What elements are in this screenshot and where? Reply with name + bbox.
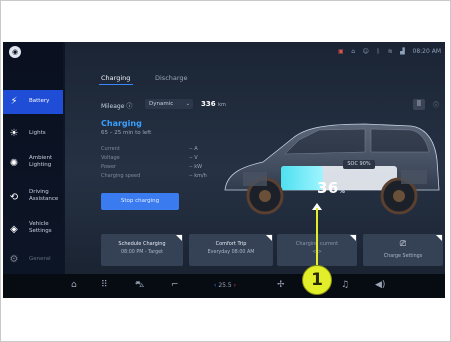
active-tab-indicator [99, 84, 133, 85]
seat-icon[interactable]: ⌐ [171, 280, 179, 290]
front-wheel-hub [259, 190, 271, 202]
info-row-power: Power -- kW [101, 164, 211, 173]
rear-wheel-hub [393, 190, 405, 202]
sidebar-item-label: Driving Assistance [29, 189, 59, 202]
front-motor [243, 172, 267, 186]
info-value: -- km/h [189, 173, 207, 179]
clock-text: 08:20 AM [412, 48, 441, 55]
gear-icon: ⚙ [9, 254, 19, 265]
mileage-text: Mileage [101, 103, 125, 110]
time-left-text: 65 – 25 min to left [101, 130, 152, 136]
ambient-icon: ✺ [9, 158, 19, 169]
charge-settings-card[interactable]: ⎚ Charge Settings [363, 234, 443, 266]
tab-discharge[interactable]: Discharge [155, 74, 188, 82]
stop-charging-button[interactable]: Stop charging [101, 193, 179, 210]
mileage-label: Mileage ⓘ [101, 101, 132, 110]
info-value: -- V [189, 155, 198, 161]
mileage-mode-dropdown[interactable]: Dynamic ⌄ [145, 99, 193, 109]
rear-motor [401, 170, 427, 184]
schedule-charging-card[interactable]: Schedule Charging 08:00 PM - Target [101, 234, 183, 266]
battery-panel: ▣ ⌂ ☺ ᛒ ≋ ▟ 08:20 AM Charging Discharge … [65, 42, 445, 274]
volume-icon[interactable]: ◀) [375, 280, 385, 290]
temp-down-icon[interactable]: ‹ [214, 282, 216, 289]
sidebar-item-label: Ambient Lighting [29, 155, 53, 168]
alert-icon: ▣ [337, 48, 344, 55]
sidebar-item-driving-assistance[interactable]: ⟲ Driving Assistance [3, 186, 63, 210]
sidebar-item-label: General [29, 256, 51, 262]
lightning-icon: ⚡ [10, 96, 18, 107]
lock-icon: ⌂ [351, 48, 356, 55]
card-title: Schedule Charging [118, 241, 166, 247]
info-row-voltage: Voltage -- V [101, 155, 211, 164]
music-icon[interactable]: ♫ [341, 280, 349, 290]
battery-percent-unit: % [338, 188, 346, 195]
car-icon[interactable]: ⛍ [135, 280, 144, 291]
range-number: 336 [201, 100, 216, 108]
info-value: -- A [189, 146, 198, 152]
temp-up-icon[interactable]: › [234, 282, 236, 289]
info-label: Charging speed [101, 173, 141, 179]
info-icon[interactable]: ⓘ [126, 103, 132, 110]
charging-status-title: Charging [101, 119, 142, 128]
status-bar: ▣ ⌂ ☺ ᛒ ≋ ▟ 08:20 AM [332, 48, 441, 55]
bottom-dock: ⌂ ⠿ ⛍ ⌐ ‹ 25.5 › ✢ ≈ ♫ ◀) [3, 274, 445, 298]
info-label: Voltage [101, 155, 120, 161]
sidebar-item-battery[interactable]: ⚡ Battery [3, 90, 63, 114]
card-subtitle: 08:00 PM - Target [120, 250, 163, 255]
card-subtitle: Everyday 08:00 AM [207, 250, 255, 255]
battery-percent-value: 36 [317, 179, 339, 197]
temperature-value: 25.5 [218, 282, 232, 289]
sidebar-item-lights[interactable]: ☀ Lights [3, 122, 63, 146]
fan-icon[interactable]: ✢ [277, 280, 285, 290]
sidebar-item-label: Vehicle Settings [29, 221, 52, 234]
tab-charging[interactable]: Charging [101, 74, 130, 82]
brand-logo-icon: ◉ [9, 46, 21, 58]
charger-icon: ⎚ [399, 239, 407, 248]
layers-icon: ◈ [10, 224, 18, 235]
info-label: Power [101, 164, 117, 170]
apps-grid-icon[interactable]: ⠿ [101, 280, 108, 290]
callout-line [316, 208, 318, 270]
info-row-current: Current -- A [101, 146, 211, 155]
sidebar-item-label: Battery [29, 98, 50, 104]
callout-number-badge: 1 [302, 265, 332, 295]
info-label: Current [101, 146, 120, 152]
card-title: Comfort Trip [215, 241, 247, 247]
sidebar-item-vehicle-settings[interactable]: ◈ Vehicle Settings [3, 218, 63, 242]
sidebar: ◉ ⚡ Battery ☀ Lights ✺ Ambient Lighting … [3, 42, 63, 274]
vehicle-illustration [224, 123, 440, 215]
range-value: 336 km [201, 100, 226, 108]
climate-temperature[interactable]: ‹ 25.5 › [214, 282, 236, 289]
home-icon[interactable]: ⌂ [71, 280, 77, 290]
charging-info-list: Current -- A Voltage -- V Power -- kW Ch… [101, 146, 211, 182]
info-value: -- kW [189, 164, 203, 170]
info-row-charging-speed: Charging speed -- km/h [101, 173, 211, 182]
comfort-trip-card[interactable]: Comfort Trip Everyday 08:00 AM [189, 234, 273, 266]
infotainment-screen: ◉ ⚡ Battery ☀ Lights ✺ Ambient Lighting … [3, 42, 445, 298]
card-title: Charge Settings [383, 254, 423, 259]
wifi-icon: ≋ [387, 48, 393, 55]
signal-icon: ▟ [400, 48, 405, 55]
battery-percentage: 36% [317, 179, 345, 197]
sidebar-item-general[interactable]: ⚙ General [3, 248, 63, 272]
sidebar-item-label: Lights [29, 130, 46, 136]
sidebar-item-ambient-lighting[interactable]: ✺ Ambient Lighting [3, 152, 63, 176]
chevron-down-icon: ⌄ [185, 101, 190, 107]
bluetooth-icon: ᛒ [376, 48, 381, 55]
person-icon: ☺ [362, 48, 369, 55]
soc-badge: SOC 90% [343, 160, 375, 169]
sun-icon: ☀ [9, 128, 19, 139]
steering-icon: ⟲ [9, 192, 19, 203]
mileage-mode-value: Dynamic [149, 101, 174, 107]
